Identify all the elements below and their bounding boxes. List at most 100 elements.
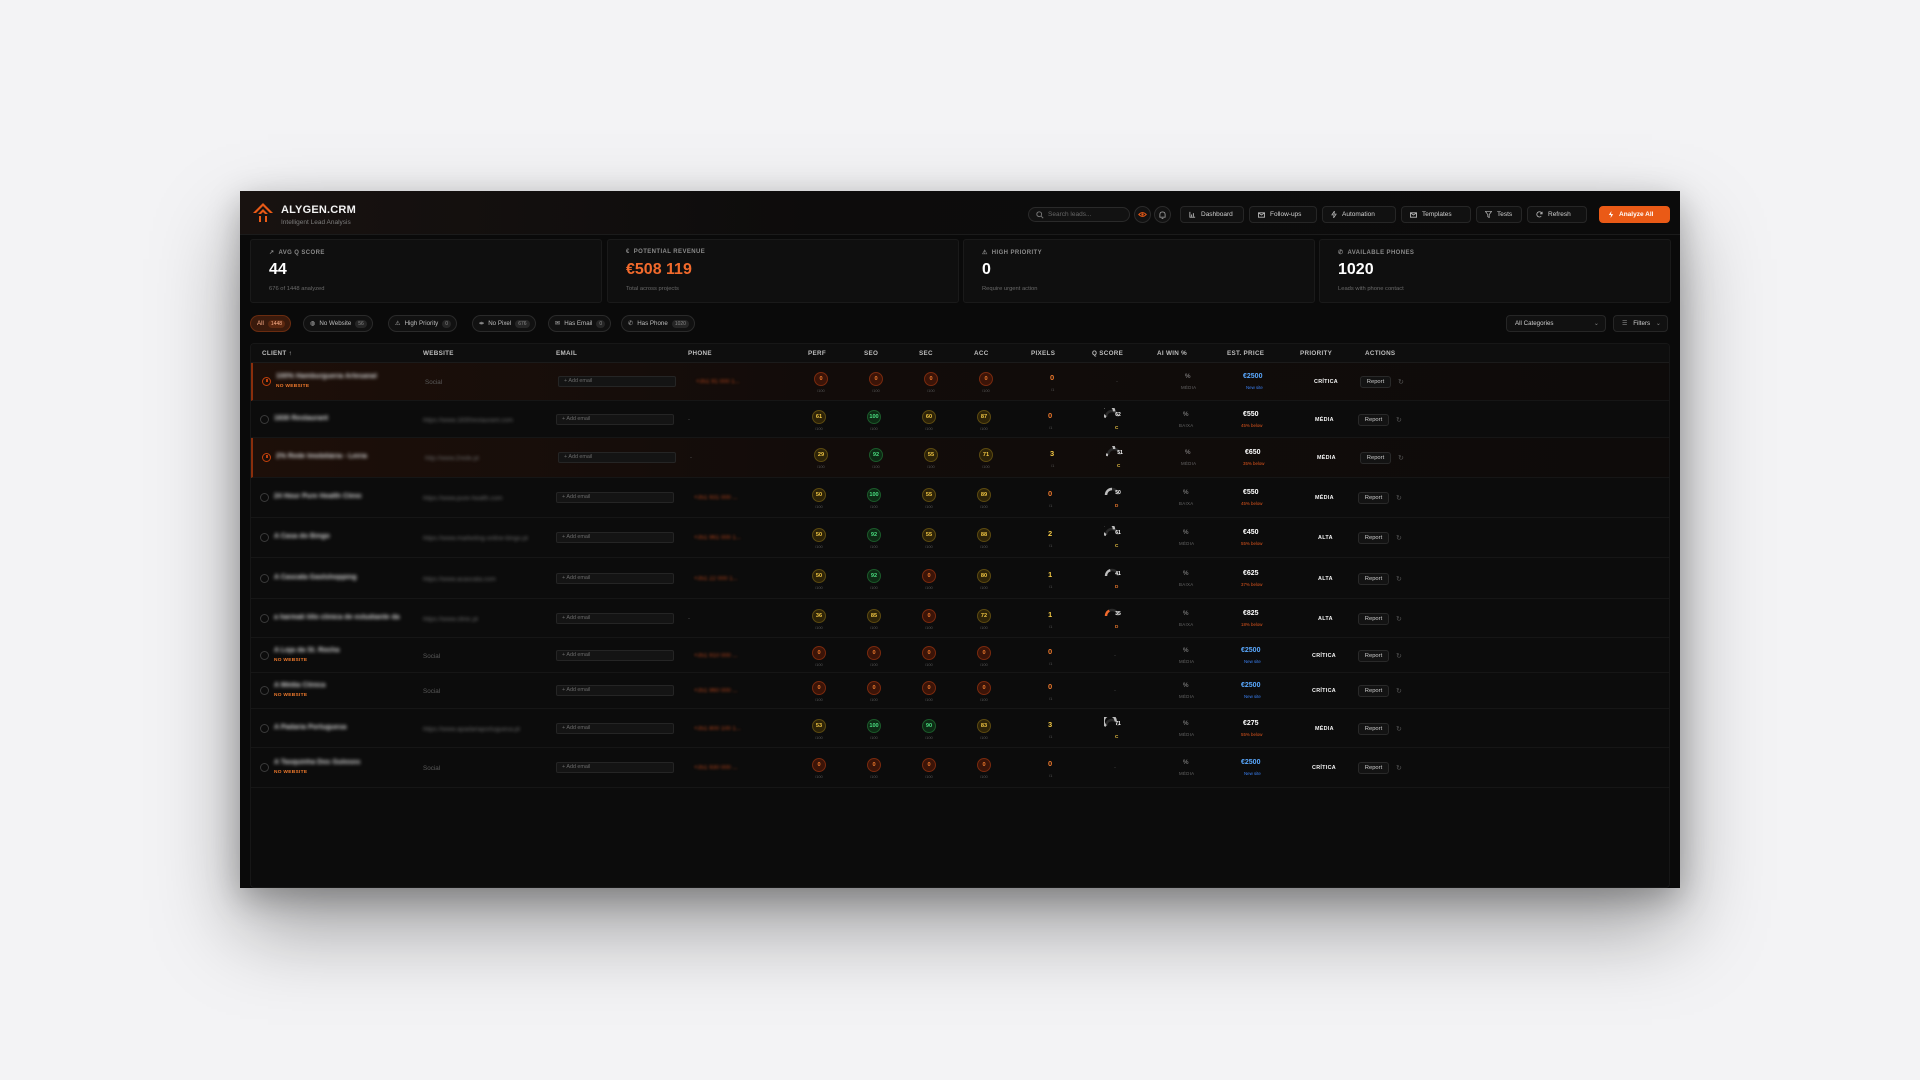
filter-chip-high-priority[interactable]: ⚠ High Priority 0 xyxy=(388,315,458,332)
followups-button[interactable]: Follow-ups xyxy=(1249,206,1317,223)
report-button[interactable]: Report xyxy=(1360,452,1391,464)
analyze-all-button[interactable]: Analyze All xyxy=(1599,206,1670,223)
notifications-button[interactable] xyxy=(1154,206,1171,223)
add-email-button[interactable]: + Add email xyxy=(556,762,674,773)
add-email-button[interactable]: + Add email xyxy=(556,492,674,503)
table-row[interactable]: a harmali lillo clinica de estudiante da… xyxy=(251,599,1669,638)
add-email-button[interactable]: + Add email xyxy=(556,723,674,734)
col-acc[interactable]: ACC xyxy=(974,350,989,357)
col-price[interactable]: EST. PRICE xyxy=(1227,350,1264,357)
filter-chip-no-website[interactable]: ◍ No Website 56 xyxy=(303,315,373,332)
search-box[interactable] xyxy=(1028,207,1130,222)
col-priority[interactable]: PRIORITY xyxy=(1300,350,1332,357)
report-button[interactable]: Report xyxy=(1358,492,1389,504)
col-client[interactable]: CLIENT ↑ xyxy=(262,350,292,357)
phone-number[interactable]: +351 960 000 ... xyxy=(694,688,738,694)
reanalyze-icon[interactable]: ↻ xyxy=(1396,575,1402,583)
phone-number[interactable]: +351 22 000 1... xyxy=(694,576,738,582)
col-perf[interactable]: PERF xyxy=(808,350,826,357)
client-name[interactable]: A Casa do Bingo xyxy=(274,533,330,540)
reanalyze-icon[interactable]: ↻ xyxy=(1398,454,1404,462)
website-link[interactable]: https://www.clinic.pt xyxy=(423,616,478,623)
reanalyze-icon[interactable]: ↻ xyxy=(1396,764,1402,772)
table-row[interactable]: 100% Hamburgueria Artesanal NO WEBSITE Soc… xyxy=(251,363,1669,401)
reanalyze-icon[interactable]: ↻ xyxy=(1396,615,1402,623)
client-name[interactable]: A Média Clínica xyxy=(274,682,325,689)
website-link[interactable]: https://www.1830restaurant.com xyxy=(423,417,513,424)
report-button[interactable]: Report xyxy=(1358,573,1389,585)
report-button[interactable]: Report xyxy=(1358,532,1389,544)
phone-number[interactable]: +351 910 000 ... xyxy=(694,653,738,659)
automation-button[interactable]: Automation xyxy=(1322,206,1396,223)
reanalyze-icon[interactable]: ↻ xyxy=(1396,652,1402,660)
add-email-button[interactable]: + Add email xyxy=(556,573,674,584)
client-name[interactable]: A Loja da St. Rocha xyxy=(274,647,339,654)
website-link[interactable]: https://www.marketing-online-bingo.pt xyxy=(423,535,528,542)
templates-button[interactable]: Templates xyxy=(1401,206,1471,223)
phone-number[interactable]: +351 91 000 1... xyxy=(696,379,740,385)
visibility-toggle[interactable] xyxy=(1134,206,1151,223)
report-button[interactable]: Report xyxy=(1358,613,1389,625)
phone-number[interactable]: +351 931 000 ... xyxy=(694,495,738,501)
phone-number[interactable]: +351 800 100 1... xyxy=(694,726,741,732)
table-row[interactable]: A Média Clínica NO WEBSITE Social + Add ema… xyxy=(251,673,1669,709)
add-email-button[interactable]: + Add email xyxy=(556,613,674,624)
client-name[interactable]: A Tasquinha Dos Gulosos xyxy=(274,759,360,766)
col-pixels[interactable]: PIXELS xyxy=(1031,350,1055,357)
phone-number[interactable]: +351 930 000 ... xyxy=(694,765,738,771)
website-link[interactable]: https://www.apadariaportuguesa.pt xyxy=(423,726,520,733)
table-row[interactable]: 24 Hour Pure Health Clinic https://www.pu… xyxy=(251,478,1669,518)
col-aiwin[interactable]: AI WIN % xyxy=(1157,350,1187,357)
add-email-button[interactable]: + Add email xyxy=(556,685,674,696)
table-row[interactable]: 1830 Restaurant https://www.1830restauran… xyxy=(251,401,1669,438)
report-button[interactable]: Report xyxy=(1358,685,1389,697)
add-email-button[interactable]: + Add email xyxy=(556,532,674,543)
table-row[interactable]: 2% Rede Imobiliária - Leiria http://www.2… xyxy=(251,438,1669,478)
client-name[interactable]: 2% Rede Imobiliária - Leiria xyxy=(276,453,367,460)
table-row[interactable]: A Casa do Bingo https://www.marketing-onl… xyxy=(251,518,1669,558)
filter-chip-no-pixel[interactable]: ⇹ No Pixel 676 xyxy=(472,315,536,332)
category-select[interactable]: All Categories ⌄ xyxy=(1506,315,1606,332)
phone-number[interactable]: +351 961 000 1... xyxy=(694,535,741,541)
client-name[interactable]: 100% Hamburgueria Artesanal xyxy=(276,373,377,380)
filter-chip-has-email[interactable]: ✉ Has Email 0 xyxy=(548,315,612,332)
tests-button[interactable]: Tests xyxy=(1476,206,1522,223)
table-row[interactable]: A Cascata Gastshopping https://www.acasca… xyxy=(251,558,1669,599)
reanalyze-icon[interactable]: ↻ xyxy=(1396,534,1402,542)
table-row[interactable]: A Tasquinha Dos Gulosos NO WEBSITE Social +… xyxy=(251,748,1669,788)
website-link[interactable]: http://www.2rede.pt xyxy=(425,455,479,462)
qscore-empty: - xyxy=(1114,765,1116,771)
report-button[interactable]: Report xyxy=(1360,376,1391,388)
report-button[interactable]: Report xyxy=(1358,650,1389,662)
search-input[interactable] xyxy=(1048,209,1126,220)
add-email-button[interactable]: + Add email xyxy=(558,452,676,463)
dashboard-button[interactable]: Dashboard xyxy=(1180,206,1244,223)
report-button[interactable]: Report xyxy=(1358,762,1389,774)
table-row[interactable]: A Loja da St. Rocha NO WEBSITE Social + Add… xyxy=(251,638,1669,673)
add-email-button[interactable]: + Add email xyxy=(558,376,676,387)
filter-chip-has-phone[interactable]: ✆ Has Phone 1020 xyxy=(621,315,695,332)
client-name[interactable]: a harmali lillo clinica de estudiante da xyxy=(274,614,400,621)
reanalyze-icon[interactable]: ↻ xyxy=(1398,378,1404,386)
add-email-button[interactable]: + Add email xyxy=(556,650,674,661)
reanalyze-icon[interactable]: ↻ xyxy=(1396,494,1402,502)
add-email-button[interactable]: + Add email xyxy=(556,414,674,425)
col-seo[interactable]: SEO xyxy=(864,350,878,357)
report-button[interactable]: Report xyxy=(1358,723,1389,735)
website-link[interactable]: https://www.acascata.com xyxy=(423,576,496,583)
report-button[interactable]: Report xyxy=(1358,414,1389,426)
filter-chip-all[interactable]: All 1448 xyxy=(250,315,292,332)
client-name[interactable]: A Padaria Portuguesa xyxy=(274,724,347,731)
col-sec[interactable]: SEC xyxy=(919,350,933,357)
reanalyze-icon[interactable]: ↻ xyxy=(1396,725,1402,733)
client-name[interactable]: 1830 Restaurant xyxy=(274,415,328,422)
table-row[interactable]: A Padaria Portuguesa https://www.apadaria… xyxy=(251,709,1669,748)
client-name[interactable]: 24 Hour Pure Health Clinic xyxy=(274,493,362,500)
filters-button[interactable]: ☰ Filters ⌄ xyxy=(1613,315,1668,332)
reanalyze-icon[interactable]: ↻ xyxy=(1396,687,1402,695)
website-link[interactable]: https://www.pure-health.com xyxy=(423,495,502,502)
reanalyze-icon[interactable]: ↻ xyxy=(1396,416,1402,424)
col-qscore[interactable]: Q SCORE xyxy=(1092,350,1123,357)
client-name[interactable]: A Cascata Gastshopping xyxy=(274,574,357,581)
refresh-button[interactable]: Refresh xyxy=(1527,206,1587,223)
